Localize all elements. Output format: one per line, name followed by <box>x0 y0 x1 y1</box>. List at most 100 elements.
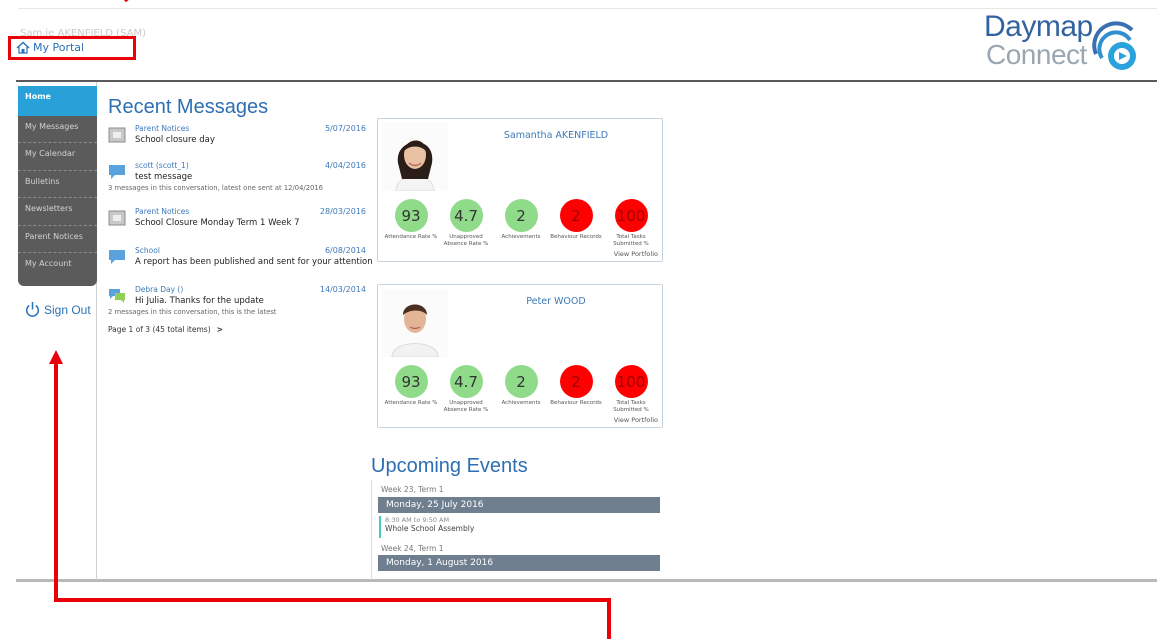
message-item[interactable]: Parent Notices 28/03/2016 School Closure… <box>108 207 366 235</box>
student-card: Peter WOOD 93 Attendance Rate % 4.7 Unappr… <box>377 284 663 428</box>
message-sender: Debra Day () <box>135 285 184 294</box>
stat-value: 4.7 <box>449 365 483 398</box>
stat-tasks-submitted: 100 Total Tasks Submitted % <box>604 365 658 413</box>
stat-achievements: 2 Achievements <box>494 199 548 241</box>
stat-label: Behaviour Records <box>550 234 602 240</box>
events-list: Week 23, Term 1 Monday, 25 July 2016 8:3… <box>371 480 660 580</box>
stat-label: Unapproved Absence Rate % <box>443 234 489 247</box>
annotation-highlight-box <box>8 36 136 60</box>
sidebar-item-parent-notices[interactable]: Parent Notices <box>18 226 97 253</box>
stat-value: 100 <box>614 199 648 232</box>
message-item[interactable]: School 6/08/2014 A report has been publi… <box>108 246 373 274</box>
sidebar-item-home[interactable]: Home <box>18 86 97 116</box>
stat-value: 2 <box>504 199 538 232</box>
stat-value: 2 <box>504 365 538 398</box>
student-name[interactable]: Peter WOOD <box>448 296 664 307</box>
event-week-label: Week 24, Term 1 <box>381 544 444 553</box>
message-subject: School Closure Monday Term 1 Week 7 <box>135 218 300 228</box>
stat-label: Unapproved Absence Rate % <box>443 400 489 413</box>
student-photo <box>382 123 448 191</box>
annotation-pointer-line <box>124 0 154 3</box>
notice-icon <box>108 127 126 143</box>
event-time: 8:30 AM to 9:50 AM <box>385 516 450 524</box>
recent-messages-title: Recent Messages <box>108 96 269 118</box>
message-date: 6/08/2014 <box>324 246 366 255</box>
sidebar-item-newsletters[interactable]: Newsletters <box>18 198 97 226</box>
message-date: 5/07/2016 <box>324 124 366 133</box>
stat-label: Achievements <box>501 234 541 240</box>
sign-out-label: Sign Out <box>44 302 91 317</box>
message-sender: scott (scott_1) <box>135 161 189 170</box>
student-stats: 93 Attendance Rate % 4.7 Unapproved Absenc… <box>384 365 660 413</box>
message-conversation-note: 3 messages in this conversation, latest … <box>108 184 323 192</box>
message-item[interactable]: scott (scott_1) 4/04/2016 test message 3… <box>108 161 366 197</box>
message-date: 14/03/2014 <box>319 285 366 294</box>
stat-label: Attendance Rate % <box>384 234 438 240</box>
pager-text: Page 1 of 3 (45 total items) <box>108 325 211 334</box>
message-sender: Parent Notices <box>135 124 190 133</box>
stat-value: 93 <box>394 199 428 232</box>
stat-label: Attendance Rate % <box>384 400 438 406</box>
stat-value: 4.7 <box>449 199 483 232</box>
message-item[interactable]: Debra Day () 14/03/2014 Hi Julia. Thanks… <box>108 285 366 321</box>
stat-label: Achievements <box>501 400 541 406</box>
top-divider <box>18 8 1157 9</box>
logo-text-connect: Connect <box>986 39 1087 70</box>
notice-icon <box>108 210 126 226</box>
stat-attendance-rate: 93 Attendance Rate % <box>384 365 438 407</box>
stat-achievements: 2 Achievements <box>494 365 548 407</box>
stat-label: Total Tasks Submitted % <box>613 400 649 413</box>
message-subject: A report has been published and sent for… <box>135 257 373 267</box>
event-week-label: Week 23, Term 1 <box>381 485 444 494</box>
annotation-connector-line <box>54 598 611 602</box>
sidebar-item-bulletins[interactable]: Bulletins <box>18 171 97 199</box>
annotation-arrow-shaft <box>54 364 58 602</box>
chat-bubble-icon <box>109 250 125 264</box>
power-icon <box>25 302 40 317</box>
stat-label: Behaviour Records <box>550 400 602 406</box>
student-stats: 93 Attendance Rate % 4.7 Unapproved Absenc… <box>384 199 660 247</box>
chat-bubbles-icon <box>109 289 125 303</box>
message-subject: test message <box>135 172 193 182</box>
sidebar-item-my-account[interactable]: My Account <box>18 253 97 280</box>
message-date: 4/04/2016 <box>324 161 366 170</box>
sidebar-item-my-messages[interactable]: My Messages <box>18 116 97 144</box>
student-photo <box>382 289 448 357</box>
stat-tasks-submitted: 100 Total Tasks Submitted % <box>604 199 658 247</box>
message-item[interactable]: Parent Notices 5/07/2016 School closure … <box>108 124 366 152</box>
stat-unapproved-absence: 4.7 Unapproved Absence Rate % <box>439 365 493 413</box>
event-title: Whole School Assembly <box>385 524 475 533</box>
sign-out-button[interactable]: Sign Out <box>25 301 91 318</box>
chat-bubble-icon <box>109 165 125 179</box>
message-pager: Page 1 of 3 (45 total items) > <box>108 325 223 334</box>
student-card: Samantha AKENFIELD 93 Attendance Rate % 4… <box>377 118 663 262</box>
stat-value: 100 <box>614 365 648 398</box>
stat-value: 2 <box>559 199 593 232</box>
logo-swirl-icon <box>1092 21 1136 70</box>
event-day-header: Monday, 25 July 2016 <box>378 497 660 513</box>
stat-value: 2 <box>559 365 593 398</box>
sidebar-item-my-calendar[interactable]: My Calendar <box>18 143 97 171</box>
message-sender: Parent Notices <box>135 207 190 216</box>
view-portfolio-link[interactable]: View Portfolio <box>614 416 658 424</box>
message-sender: School <box>135 246 160 255</box>
stat-attendance-rate: 93 Attendance Rate % <box>384 199 438 241</box>
stat-value: 93 <box>394 365 428 398</box>
message-subject: School closure day <box>135 135 215 145</box>
upcoming-events-title: Upcoming Events <box>371 455 528 477</box>
annotation-arrowhead <box>49 350 63 364</box>
view-portfolio-link[interactable]: View Portfolio <box>614 250 658 258</box>
annotation-connector-line <box>607 598 611 639</box>
message-date: 28/03/2016 <box>319 207 366 216</box>
sidebar-nav: Home My Messages My Calendar Bulletins N… <box>18 86 97 286</box>
stat-label: Total Tasks Submitted % <box>613 234 649 247</box>
daymap-connect-logo: Daymap Connect <box>984 10 1142 80</box>
pager-next-button[interactable]: > <box>217 325 223 334</box>
message-conversation-note: 2 messages in this conversation, this is… <box>108 308 277 316</box>
student-name[interactable]: Samantha AKENFIELD <box>448 130 664 141</box>
stat-behaviour-records: 2 Behaviour Records <box>549 365 603 407</box>
stat-unapproved-absence: 4.7 Unapproved Absence Rate % <box>439 199 493 247</box>
stat-behaviour-records: 2 Behaviour Records <box>549 199 603 241</box>
event-item[interactable]: 8:30 AM to 9:50 AM Whole School Assembly <box>379 516 660 538</box>
event-day-header: Monday, 1 August 2016 <box>378 555 660 571</box>
